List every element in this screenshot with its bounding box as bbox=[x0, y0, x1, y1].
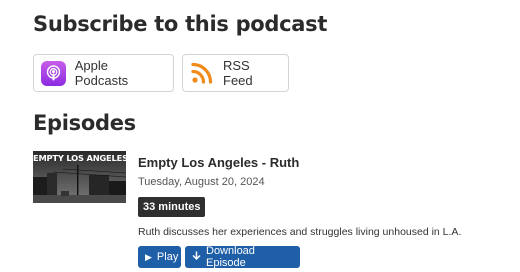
download-label: Download Episode bbox=[206, 245, 255, 269]
thumbnail-title: EMPTY LOS ANGELES bbox=[33, 153, 126, 163]
play-icon: ▶ bbox=[145, 251, 152, 262]
apple-podcasts-label: Apple Podcasts bbox=[74, 58, 129, 88]
play-label: Play bbox=[156, 251, 179, 263]
rss-feed-label: RSS Feed bbox=[223, 58, 253, 88]
apple-podcasts-icon bbox=[41, 60, 66, 86]
apple-podcasts-button[interactable]: Apple Podcasts bbox=[33, 54, 174, 92]
play-button[interactable]: ▶ Play bbox=[138, 246, 181, 268]
episode-description: Ruth discusses her experiences and strug… bbox=[138, 226, 462, 238]
episode-title[interactable]: Empty Los Angeles - Ruth bbox=[138, 155, 299, 170]
download-icon bbox=[192, 251, 201, 263]
episodes-heading: Episodes bbox=[33, 111, 136, 135]
download-episode-button[interactable]: Download Episode bbox=[185, 245, 300, 269]
episode-date: Tuesday, August 20, 2024 bbox=[138, 176, 265, 188]
episode-thumbnail[interactable]: EMPTY LOS ANGELES bbox=[33, 151, 126, 203]
rss-feed-icon bbox=[190, 60, 214, 86]
episode-duration-badge: 33 minutes bbox=[138, 197, 206, 217]
rss-feed-button[interactable]: RSS Feed bbox=[182, 54, 289, 92]
subscribe-heading: Subscribe to this podcast bbox=[33, 12, 328, 36]
